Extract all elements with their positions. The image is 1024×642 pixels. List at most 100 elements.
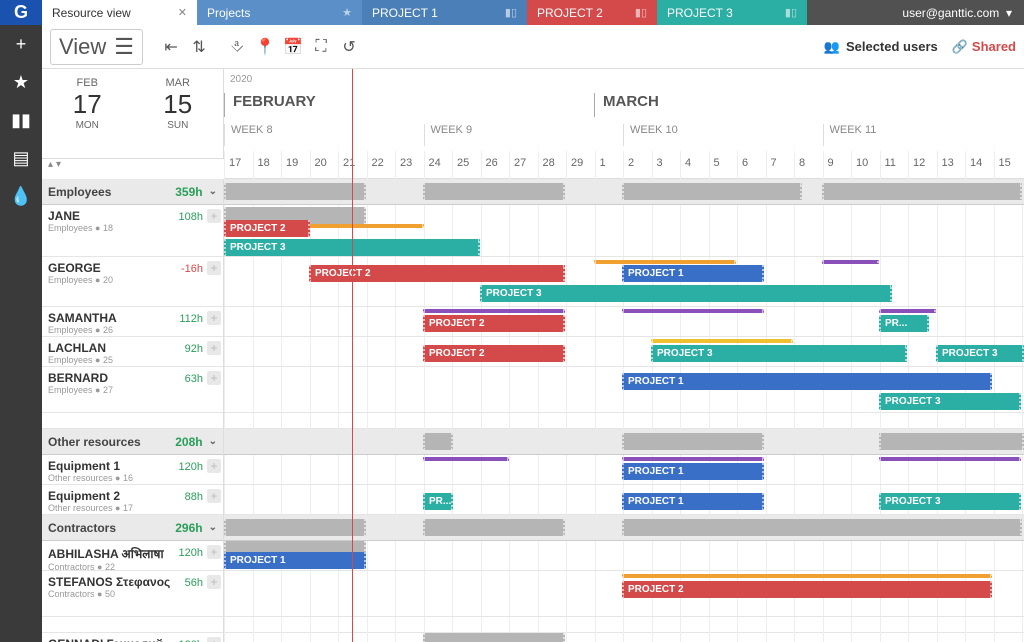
task-bar-project-2[interactable]: PROJECT 2	[309, 265, 565, 282]
day-29: 29	[566, 151, 595, 179]
day-6: 6	[737, 151, 766, 179]
task-bar-project-2[interactable]: PROJECT 2	[622, 581, 992, 598]
task-bar-project-3[interactable]: PROJECT 3	[936, 345, 1024, 362]
star-icon[interactable]: ★	[0, 63, 42, 101]
resource-george[interactable]: GEORGEEmployees ● 20-16h+	[42, 257, 223, 307]
group-contractors[interactable]: Contractors296h⌄	[42, 515, 223, 541]
tab-project-2[interactable]: PROJECT 2▮▯	[527, 0, 657, 25]
resource-hours: 92h	[185, 343, 203, 355]
tab-project-3[interactable]: PROJECT 3▮▯	[657, 0, 807, 25]
resource-lachlan[interactable]: LACHLANEmployees ● 2592h+	[42, 337, 223, 367]
task-bar[interactable]	[224, 519, 366, 536]
task-bar[interactable]	[879, 457, 1021, 461]
month-label: FEB	[42, 77, 133, 89]
add-task-button[interactable]: +	[207, 209, 221, 223]
task-bar[interactable]	[879, 309, 936, 313]
chart-row: PROJECT 1	[224, 455, 1024, 485]
chevron-down-icon[interactable]: ⌄	[209, 522, 217, 533]
group-employees[interactable]: Employees359h⌄	[42, 179, 223, 205]
task-bar[interactable]	[822, 183, 1022, 200]
view-button[interactable]: View☰	[50, 29, 143, 65]
task-bar-project-1[interactable]: PROJECT 1	[622, 265, 764, 282]
sort-icon[interactable]: ⇅	[185, 33, 213, 61]
resource-samantha[interactable]: SAMANTHAEmployees ● 26112h+	[42, 307, 223, 337]
task-bar[interactable]	[622, 574, 992, 578]
task-bar[interactable]	[622, 457, 764, 461]
add-task-button[interactable]: +	[207, 341, 221, 355]
task-bar-project-2[interactable]: PROJECT 2	[224, 220, 310, 237]
task-bar[interactable]	[622, 309, 764, 313]
task-bar[interactable]	[224, 183, 366, 200]
stats-icon[interactable]: ▮▮	[0, 101, 42, 139]
date-from[interactable]: FEB 17 MON	[42, 69, 133, 158]
task-bar[interactable]	[423, 309, 565, 313]
sort-asc-icon[interactable]: ▴	[48, 159, 53, 179]
task-bar-project-1[interactable]: PROJECT 1	[224, 552, 366, 569]
task-bar-project-3[interactable]: PROJECT 3	[480, 285, 892, 302]
add-task-button[interactable]: +	[207, 489, 221, 503]
add-task-button[interactable]: +	[207, 637, 221, 642]
shared-button[interactable]: 🔗Shared	[952, 39, 1016, 55]
task-bar[interactable]	[423, 457, 509, 461]
group-other[interactable]: Other resources208h⌄	[42, 429, 223, 455]
fullscreen-icon[interactable]: ⛶	[307, 33, 335, 61]
task-bar-project-1[interactable]: PROJECT 1	[622, 373, 992, 390]
task-bar-project-3[interactable]: PROJECT 3	[879, 493, 1021, 510]
add-task-button[interactable]: +	[207, 575, 221, 589]
task-bar-project-2[interactable]: PROJECT 2	[423, 315, 565, 332]
sort-desc-icon[interactable]: ▾	[56, 159, 61, 179]
task-bar[interactable]	[651, 339, 793, 343]
task-bar-project-3[interactable]: PROJECT 3	[879, 393, 1021, 410]
task-bar[interactable]	[622, 519, 1022, 536]
task-bar[interactable]	[423, 519, 565, 536]
day-20: 20	[310, 151, 339, 179]
task-bar-project-short[interactable]: PR...	[879, 315, 929, 332]
task-bar-project-1[interactable]: PROJECT 1	[622, 493, 764, 510]
task-bar[interactable]	[822, 260, 879, 264]
resource-stefanos[interactable]: STEFANOS ΣτεφανοςContractors ● 5056h+	[42, 571, 223, 617]
task-bar-project-1[interactable]: PROJECT 1	[622, 463, 764, 480]
tab-resource-view[interactable]: Resource view✕	[42, 0, 197, 25]
chevron-down-icon[interactable]: ⌄	[209, 186, 217, 197]
resource-abhilasha[interactable]: ABHILASHA अभिलाषाContractors ● 22120h+	[42, 541, 223, 571]
task-bar-project-2[interactable]: PROJECT 2	[423, 345, 565, 362]
collapse-icon[interactable]: ⇤	[157, 33, 185, 61]
history-icon[interactable]: ↺	[335, 33, 363, 61]
user-email: user@ganttic.com	[902, 6, 999, 20]
task-bar[interactable]	[423, 183, 565, 200]
drop-icon[interactable]: 💧	[0, 177, 42, 215]
task-bar-project-3[interactable]: PROJECT 3	[651, 345, 907, 362]
resource-gennadi[interactable]: GENNADI ГеннадийContractors ● 23 ● test …	[42, 633, 223, 642]
archive-icon[interactable]: ▤	[0, 139, 42, 177]
task-bar[interactable]	[622, 183, 802, 200]
date-range-panel[interactable]: FEB 17 MON MAR 15 SUN	[42, 69, 224, 159]
add-icon[interactable]: +	[0, 25, 42, 63]
resource-jane[interactable]: JANEEmployees ● 18108h+	[42, 205, 223, 257]
task-bar[interactable]	[594, 260, 736, 264]
date-to[interactable]: MAR 15 SUN	[133, 69, 224, 158]
task-bar-project-short[interactable]: PR...	[423, 493, 453, 510]
resource-bernard[interactable]: BERNARDEmployees ● 2763h+	[42, 367, 223, 413]
pin-icon[interactable]: 📍	[251, 33, 279, 61]
task-bar[interactable]	[622, 433, 764, 450]
chevron-down-icon[interactable]: ⌄	[209, 436, 217, 447]
gantt-chart[interactable]: PROJECT 2 PROJECT 3 PROJECT 2 PROJECT 1 …	[224, 179, 1024, 642]
task-bar[interactable]	[423, 633, 565, 642]
resource-hours: 63h	[185, 373, 203, 385]
add-task-button[interactable]: +	[207, 459, 221, 473]
add-task-button[interactable]: +	[207, 311, 221, 325]
user-menu[interactable]: user@ganttic.com ▾	[890, 0, 1024, 25]
resource-equipment-1[interactable]: Equipment 1Other resources ● 16120h+	[42, 455, 223, 485]
task-bar[interactable]	[879, 433, 1024, 450]
tab-projects[interactable]: Projects★	[197, 0, 362, 25]
add-task-button[interactable]: +	[207, 545, 221, 559]
add-task-button[interactable]: +	[207, 371, 221, 385]
add-task-button[interactable]: +	[207, 261, 221, 275]
paint-icon[interactable]: ⎀	[223, 33, 251, 61]
selected-users-button[interactable]: 👥Selected users	[824, 39, 938, 55]
resource-equipment-2[interactable]: Equipment 2Other resources ● 1788h+	[42, 485, 223, 515]
tab-project-1[interactable]: PROJECT 1▮▯	[362, 0, 527, 25]
task-bar[interactable]	[423, 433, 453, 450]
calendar-icon[interactable]: 📅	[279, 33, 307, 61]
close-icon[interactable]: ✕	[178, 6, 187, 19]
